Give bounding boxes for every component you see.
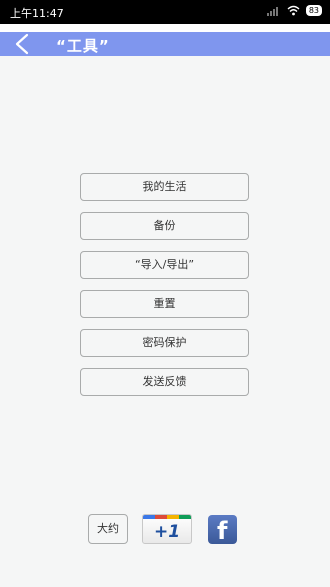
chevron-left-icon[interactable] bbox=[12, 33, 34, 55]
import-export-button[interactable]: “导入/导出” bbox=[80, 251, 249, 279]
gplus-one-icon: +1 bbox=[153, 522, 181, 542]
facebook-button[interactable]: f bbox=[208, 515, 237, 545]
my-life-button[interactable]: 我的生活 bbox=[80, 173, 249, 201]
gplus-stripe bbox=[143, 515, 191, 519]
page-title: “工具” bbox=[56, 37, 110, 55]
send-feedback-button[interactable]: 发送反馈 bbox=[80, 368, 249, 396]
footer-bar: 大约 +1 f bbox=[0, 514, 330, 546]
status-icons: 83 bbox=[266, 4, 322, 16]
header-divider bbox=[0, 24, 330, 32]
status-bar: 上午11:47 83 bbox=[0, 0, 330, 24]
facebook-icon: f bbox=[217, 517, 228, 545]
reset-button[interactable]: 重置 bbox=[80, 290, 249, 318]
tools-menu: 我的生活 备份 “导入/导出” 重置 密码保护 发送反馈 bbox=[80, 173, 249, 407]
wifi-icon bbox=[287, 5, 300, 15]
backup-button[interactable]: 备份 bbox=[80, 212, 249, 240]
about-button[interactable]: 大约 bbox=[88, 514, 128, 544]
title-bar: “工具” bbox=[0, 32, 330, 56]
signal-icon bbox=[266, 4, 281, 16]
battery-icon: 83 bbox=[305, 4, 322, 16]
password-protection-button[interactable]: 密码保护 bbox=[80, 329, 249, 357]
status-time: 上午11:47 bbox=[10, 7, 64, 20]
google-plus-one-button[interactable]: +1 bbox=[142, 514, 192, 544]
